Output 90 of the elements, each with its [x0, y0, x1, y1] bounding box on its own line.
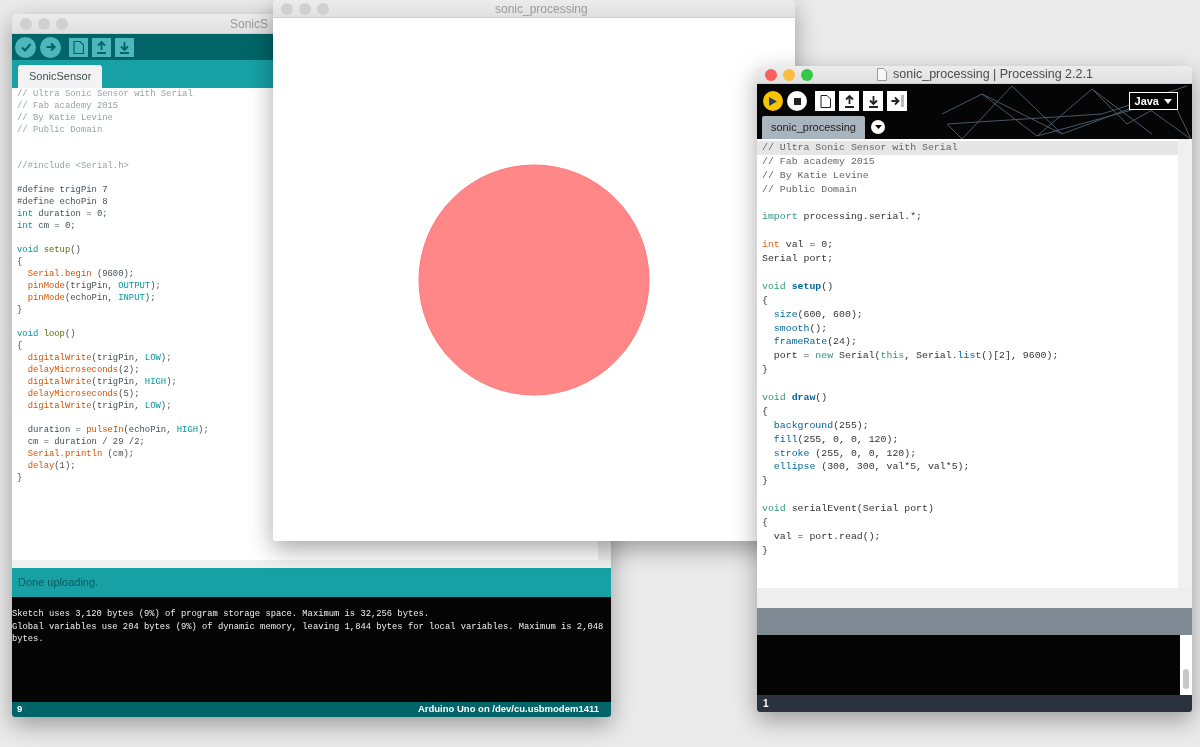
code-line: port = new Serial(this, Serial.list()[2], 9600); — [772, 349, 1060, 364]
zoom-button[interactable] — [801, 68, 813, 81]
code-line: { — [761, 293, 769, 308]
code-line: // Fab academy 2015 — [17, 100, 120, 112]
arrow-right-icon — [890, 95, 904, 107]
export-button[interactable] — [887, 91, 907, 111]
caret-icon — [1164, 98, 1172, 104]
stop-button[interactable] — [787, 91, 807, 111]
code-line: stroke (255, 0, 0, 120); — [772, 446, 918, 461]
console-line: bytes. — [12, 633, 45, 646]
code-line: pinMode(trigPin, OUTPUT); — [26, 280, 162, 292]
check-icon — [19, 41, 32, 53]
code-line: void setup() — [17, 244, 82, 256]
sketch-tab[interactable]: SonicSensor — [18, 65, 103, 88]
document-icon — [877, 68, 887, 81]
mode-dropdown[interactable]: Java — [1128, 92, 1178, 110]
code-line: int duration = 0; — [17, 208, 109, 220]
board-port-label: Arduino Uno on /dev/cu.usbmodem1411 — [417, 702, 599, 717]
code-line: } — [17, 472, 24, 484]
code-line: { — [761, 516, 769, 530]
code-line: // Ultra Sonic Sensor with Serial — [17, 88, 194, 100]
code-line: digitalWrite(trigPin, LOW); — [26, 352, 173, 364]
window-title: sonic_processing | Processing 2.2.1 — [893, 66, 1093, 84]
arrow-up-icon — [843, 94, 855, 108]
code-line: Serial port; — [761, 252, 835, 266]
console-line: Global variables use 204 bytes (9%) of dynamic memory, leaving 1,844 bytes for local variables. Maximum is 2,048 — [12, 620, 605, 633]
code-line: void draw() — [761, 391, 829, 405]
play-icon — [769, 96, 777, 106]
code-line: // Public Domain — [761, 182, 858, 197]
code-line: cm = duration / 29 /2; — [26, 436, 146, 448]
code-line: Serial.println (cm); — [26, 448, 136, 460]
code-line: delayMicroseconds(5); — [26, 388, 141, 400]
code-line: digitalWrite(trigPin, HIGH); — [26, 376, 178, 388]
code-line: Serial.begin (9600); — [26, 268, 136, 280]
code-line: // By Katie Levine — [17, 112, 114, 124]
code-line: frameRate(24); — [772, 335, 858, 350]
code-line: { — [17, 256, 24, 268]
code-line: void serialEvent(Serial port) — [761, 502, 935, 517]
stop-icon — [793, 97, 801, 105]
line-number: 1 — [763, 697, 769, 711]
code-line: //#include <Serial.h> — [17, 160, 130, 172]
close-button[interactable] — [765, 68, 777, 81]
code-line: delayMicroseconds(2); — [26, 364, 141, 376]
code-line: // By Katie Levine — [761, 168, 870, 183]
code-line: #define echoPin 8 — [17, 196, 109, 208]
arrow-down-icon — [867, 94, 879, 108]
code-line: } — [17, 304, 24, 316]
code-line: } — [761, 363, 769, 378]
tab-menu-button[interactable] — [871, 120, 885, 134]
arrow-down-icon — [119, 40, 130, 54]
document-icon — [73, 40, 84, 54]
code-line: // Fab academy 2015 — [761, 154, 876, 169]
code-line: pinMode(echoPin, INPUT); — [26, 292, 157, 304]
open-button[interactable] — [839, 91, 859, 111]
save-button[interactable] — [863, 91, 883, 111]
code-line: import processing.serial.*; — [761, 210, 923, 225]
window-title: SonicS — [230, 15, 269, 33]
arrow-right-icon — [44, 41, 57, 53]
code-line: { — [17, 340, 24, 352]
code-line: int val = 0; — [761, 238, 835, 253]
code-line: #define trigPin 7 — [17, 184, 109, 196]
status-message: Done uploading. — [18, 575, 99, 591]
code-line: background(255); — [772, 418, 870, 433]
verify-button[interactable] — [15, 36, 36, 58]
upload-button[interactable] — [40, 36, 61, 58]
code-line: int cm = 0; — [17, 220, 77, 232]
scroll-thumb[interactable] — [1183, 669, 1189, 689]
code-line: ellipse (300, 300, val*5, val*5); — [772, 460, 971, 475]
code-line: void setup() — [761, 279, 835, 294]
code-line: } — [761, 474, 769, 489]
console-line: Sketch uses 3,120 bytes (9%) of program storage space. Maximum is 32,256 bytes. — [12, 608, 431, 621]
code-line: size(600, 600); — [772, 307, 864, 322]
code-line: duration = pulseIn(echoPin, HIGH); — [26, 424, 210, 436]
code-line: delay(1); — [26, 460, 77, 472]
arrow-up-icon — [96, 40, 107, 54]
new-button[interactable] — [815, 91, 835, 111]
window-title: sonic_processing — [495, 0, 588, 18]
code-line: { — [761, 404, 769, 419]
code-line: val = port.read(); — [772, 529, 882, 544]
code-line: smooth(); — [772, 321, 829, 336]
code-line: digitalWrite(trigPin, LOW); — [26, 400, 173, 412]
caret-icon — [874, 125, 882, 129]
document-icon — [819, 94, 831, 108]
code-line: } — [761, 543, 769, 558]
line-number: 9 — [17, 702, 23, 717]
sketch-tab[interactable]: sonic_processing — [762, 116, 865, 139]
code-line: // Public Domain — [17, 124, 104, 136]
run-button[interactable] — [763, 91, 783, 111]
code-line: fill(255, 0, 0, 120); — [772, 432, 900, 447]
code-line: void loop() — [17, 328, 77, 340]
